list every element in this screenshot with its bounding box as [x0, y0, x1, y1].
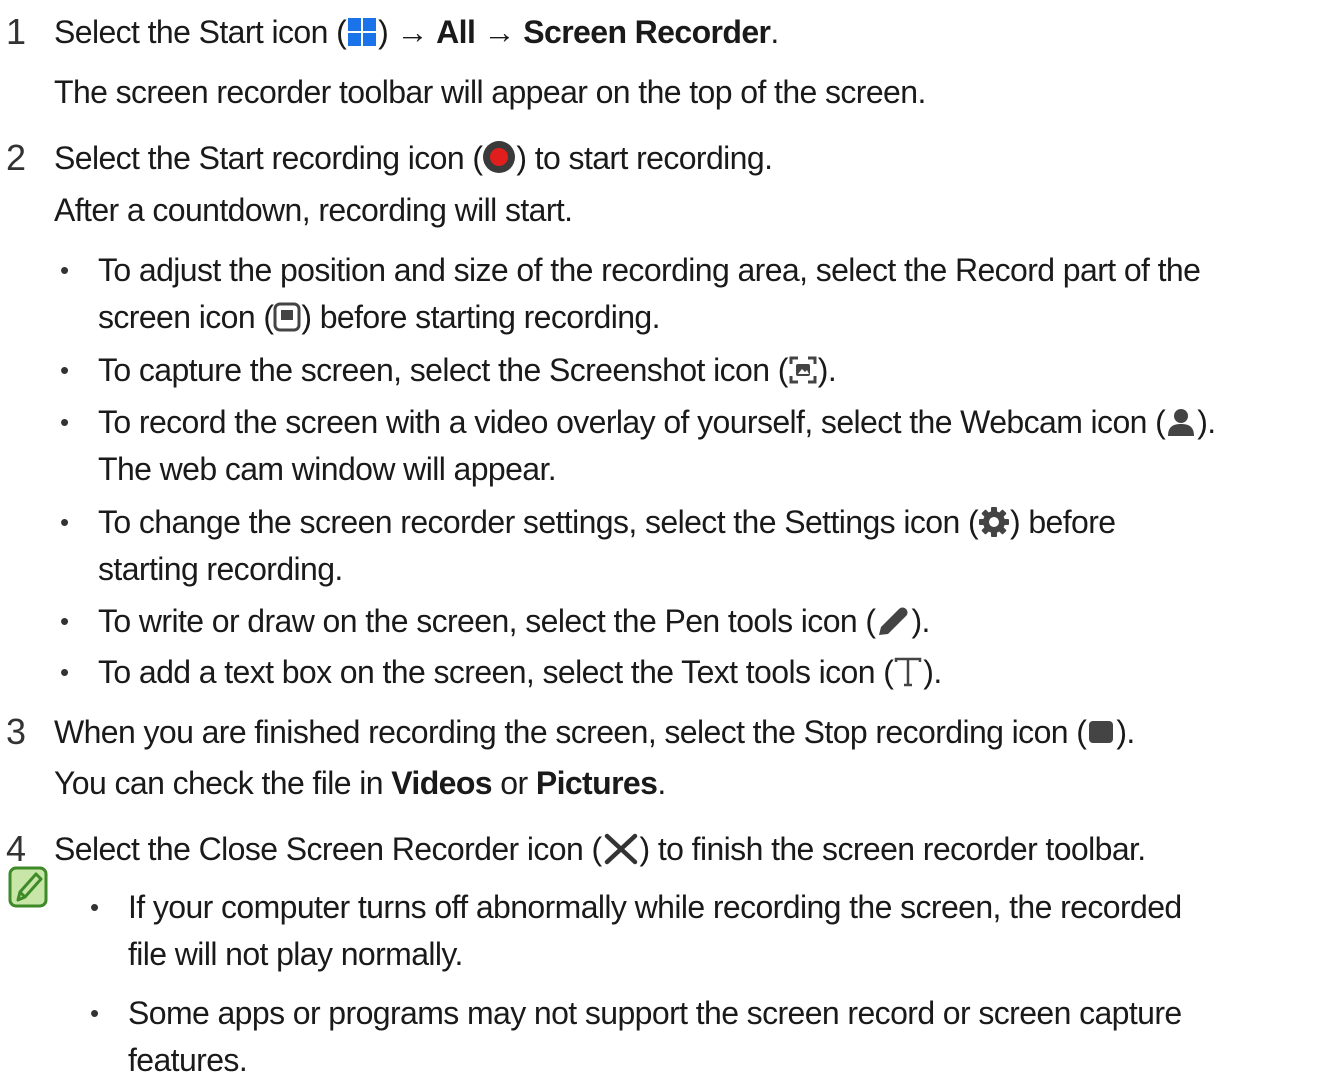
step-number: 3	[6, 711, 27, 752]
note-2-line-1: Some apps or programs may not support th…	[128, 995, 1182, 1031]
bullet: •	[60, 355, 70, 385]
step-number: 4	[6, 828, 27, 869]
bullet: •	[90, 892, 100, 922]
step-1-instruction: Select the Start icon () → All → Screen …	[54, 12, 779, 57]
bullet-5: To write or draw on the screen, select t…	[98, 601, 930, 646]
bullet-3-line-1: To record the screen with a video overla…	[98, 402, 1216, 447]
bullet: •	[60, 507, 70, 537]
step-4-instruction: Select the Close Screen Recorder icon ()…	[54, 829, 1146, 874]
webcam-icon	[1165, 406, 1197, 447]
path-videos: Videos	[391, 765, 492, 801]
bullet-6: To add a text box on the screen, select …	[98, 652, 942, 697]
bullet: •	[60, 657, 70, 687]
record-part-of-screen-icon	[273, 301, 301, 342]
screenshot-icon	[788, 354, 818, 395]
bullet: •	[60, 407, 70, 437]
note-1-line-2: file will not play normally.	[128, 936, 463, 972]
bullet-3-line-2: The web cam window will appear.	[98, 451, 557, 487]
bullet-1-line-1: To adjust the position and size of the r…	[98, 252, 1201, 288]
settings-icon	[978, 506, 1010, 547]
note-1-line-1: If your computer turns off abnormally wh…	[128, 889, 1182, 925]
pen-icon	[875, 605, 911, 646]
step-number: 2	[6, 137, 27, 178]
step-2-instruction: Select the Start recording icon () to st…	[54, 138, 773, 183]
stop-icon	[1086, 716, 1116, 757]
bullet: •	[60, 255, 70, 285]
note-2-line-2: features.	[128, 1042, 248, 1078]
windows-start-icon	[346, 16, 378, 57]
bullet-4-line-2: starting recording.	[98, 551, 343, 587]
path-all: All	[436, 14, 476, 50]
step-1-description: The screen recorder toolbar will appear …	[54, 74, 926, 110]
close-icon	[602, 833, 640, 874]
record-icon	[482, 140, 516, 183]
path-screen-recorder: Screen Recorder	[523, 14, 771, 50]
step-number: 1	[6, 11, 27, 52]
bullet-4-line-1: To change the screen recorder settings, …	[98, 502, 1116, 547]
step-2-description: After a countdown, recording will start.	[54, 192, 573, 228]
bullet: •	[60, 606, 70, 636]
bullet-1-line-2: screen icon () before starting recording…	[98, 297, 660, 342]
step-3-description: You can check the file in Videos or Pict…	[54, 765, 666, 801]
note-icon	[8, 866, 50, 910]
bullet: •	[90, 998, 100, 1028]
text-tool-icon	[893, 656, 923, 697]
step-3-instruction: When you are finished recording the scre…	[54, 712, 1135, 757]
path-pictures: Pictures	[535, 765, 658, 801]
bullet-2: To capture the screen, select the Screen…	[98, 350, 837, 395]
